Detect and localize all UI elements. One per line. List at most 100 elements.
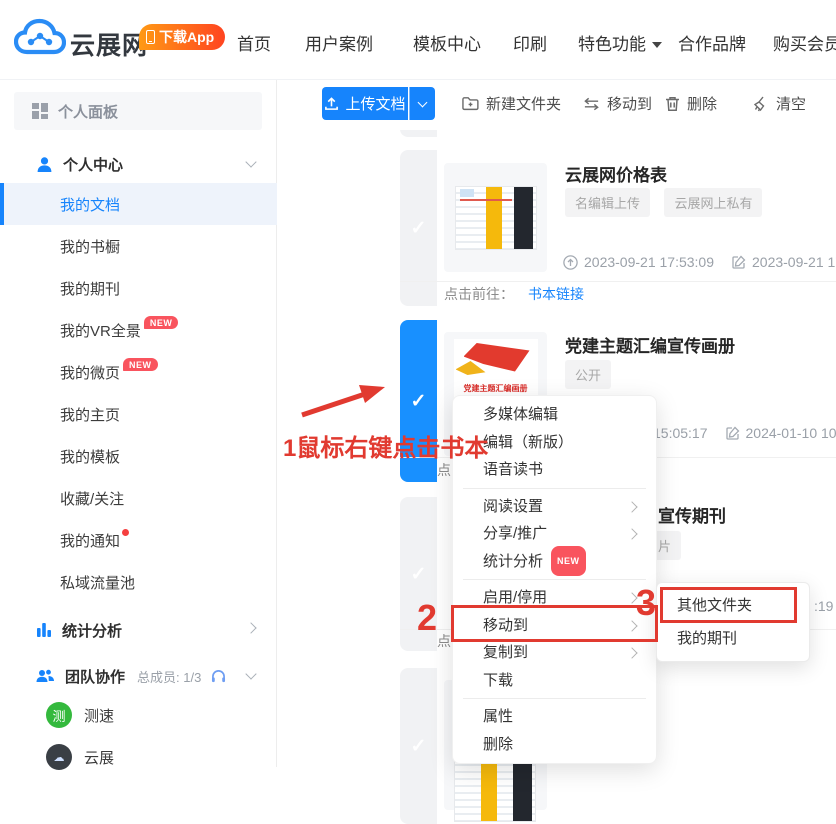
- sidebar-item-label: 我的书橱: [60, 236, 120, 257]
- document-image: [454, 758, 536, 822]
- check-icon: [411, 390, 427, 413]
- sidebar-item-label: 我的期刊: [60, 278, 120, 299]
- document-title-fragment[interactable]: 宣传期刊: [658, 502, 726, 527]
- book-link[interactable]: 书本链接: [528, 284, 584, 304]
- goto-label: 点击前往：: [444, 284, 514, 304]
- goto-label-fragment: 点: [437, 460, 451, 480]
- sidebar-item-label: 我的模板: [60, 446, 120, 467]
- menu-item-label: 分享/推广: [483, 525, 547, 542]
- chevron-down-icon: [245, 156, 256, 167]
- edit-time: 2023-09-21 17:56: [752, 254, 836, 270]
- team-member-yunzhan[interactable]: ☁ 云展: [0, 738, 277, 776]
- document-title[interactable]: 云展网价格表: [565, 161, 667, 186]
- goto-label-fragment: 点: [437, 631, 451, 651]
- card-footer: 点击前往： 书本链接: [400, 281, 836, 306]
- document-title[interactable]: 党建主题汇编宣传画册: [565, 332, 735, 357]
- check-icon: [411, 563, 427, 586]
- sidebar-item-label: 我的VR全景: [60, 320, 141, 341]
- chevron-down-icon: [418, 97, 428, 107]
- menu-item-label: 启用/停用: [483, 589, 547, 606]
- upload-time-fragment: 15:05:17: [653, 425, 708, 441]
- notification-dot: [122, 529, 129, 536]
- check-icon: [411, 217, 427, 240]
- chevron-right-icon: [626, 528, 637, 539]
- sidebar-item-personal-panel[interactable]: 个人面板: [14, 92, 262, 130]
- brand-logo-text[interactable]: 云展网: [70, 26, 148, 62]
- nav-item-features-label: 特色功能: [578, 35, 646, 54]
- edit-time-icon: [732, 255, 746, 269]
- sidebar-item-private-traffic[interactable]: 私域流量池: [0, 561, 277, 603]
- thumb-title: 党建主题汇编画册: [454, 383, 538, 394]
- sidebar-item-favorites[interactable]: 收藏/关注: [0, 477, 277, 519]
- sidebar-item-my-vr[interactable]: 我的VR全景NEW: [0, 309, 277, 351]
- brand-cloud-icon: [14, 18, 66, 60]
- menu-item-properties[interactable]: 属性: [453, 703, 656, 731]
- new-badge: NEW: [551, 546, 586, 577]
- clear-label: 清空: [776, 93, 806, 114]
- move-to-button[interactable]: 移动到: [583, 87, 652, 120]
- upload-time: 2023-09-21 17:53:09: [584, 254, 714, 270]
- nav-item-home[interactable]: 首页: [237, 30, 271, 55]
- menu-item-copy-to[interactable]: 复制到: [453, 639, 656, 667]
- card-checkbox[interactable]: [400, 668, 437, 824]
- nav-item-cases[interactable]: 用户案例: [305, 30, 373, 55]
- document-thumbnail[interactable]: [444, 163, 547, 272]
- menu-item-reading-settings[interactable]: 阅读设置: [453, 493, 656, 521]
- delete-button[interactable]: 删除: [665, 87, 717, 120]
- grid-icon: [32, 103, 48, 119]
- menu-item-multimedia-edit[interactable]: 多媒体编辑: [453, 401, 656, 429]
- folder-plus-icon: [462, 96, 479, 111]
- menu-item-label: 语音读书: [483, 461, 543, 478]
- nav-item-print[interactable]: 印刷: [513, 30, 547, 55]
- top-navigation: 云展网 下载App 首页 用户案例 模板中心 印刷 特色功能 合作品牌 购买会员: [0, 0, 836, 80]
- check-icon: [411, 735, 427, 758]
- date-row: 2023-09-21 17:53:09 2023-09-21 17:56: [563, 254, 836, 270]
- nav-item-membership[interactable]: 购买会员: [773, 30, 836, 55]
- team-icon: [36, 668, 55, 684]
- sidebar-item-my-documents[interactable]: 我的文档: [0, 183, 277, 225]
- sidebar-item-notifications[interactable]: 我的通知: [0, 519, 277, 561]
- personal-center-label: 个人中心: [63, 154, 123, 175]
- upload-dropdown-button[interactable]: [409, 87, 435, 120]
- phone-icon: [146, 30, 155, 44]
- menu-divider: [463, 488, 646, 489]
- sidebar-item-my-micropage[interactable]: 我的微页NEW: [0, 351, 277, 393]
- menu-item-label: 属性: [483, 708, 513, 725]
- team-member-cesu[interactable]: 测 测速: [0, 696, 277, 734]
- clear-broom-icon: [753, 96, 769, 112]
- sidebar-item-label: 我的通知: [60, 530, 120, 551]
- sidebar-section-statistics[interactable]: 统计分析: [0, 612, 277, 648]
- sidebar: 个人面板 个人中心 我的文档 我的书橱 我的期刊 我的VR全景NEW 我的微页N…: [0, 80, 277, 767]
- menu-item-statistics[interactable]: 统计分析NEW: [453, 548, 656, 576]
- submenu-item-my-journals[interactable]: 我的期刊: [657, 622, 809, 655]
- headphones-icon: [211, 669, 226, 683]
- sidebar-item-my-bookshelf[interactable]: 我的书橱: [0, 225, 277, 267]
- edit-time-fragment: :19: [814, 598, 833, 614]
- avatar: ☁: [46, 744, 72, 770]
- nav-item-templates[interactable]: 模板中心: [413, 30, 481, 55]
- annotation-step2-number: 2: [417, 600, 437, 636]
- upload-document-button[interactable]: 上传文档: [322, 87, 408, 120]
- upload-label: 上传文档: [345, 93, 405, 114]
- document-card-pricelist[interactable]: 云展网价格表 名编辑上传 云展网上私有 2023-09-21 17:53:09 …: [400, 150, 836, 306]
- move-to-label: 移动到: [607, 93, 652, 114]
- menu-item-share-promote[interactable]: 分享/推广: [453, 520, 656, 548]
- download-app-badge[interactable]: 下载App: [139, 24, 225, 50]
- sidebar-item-my-journals[interactable]: 我的期刊: [0, 267, 277, 309]
- sidebar-item-my-homepage[interactable]: 我的主页: [0, 393, 277, 435]
- sidebar-section-team[interactable]: 团队协作 总成员: 1/3: [0, 658, 277, 694]
- menu-item-download[interactable]: 下载: [453, 667, 656, 695]
- tag-editor-upload: 名编辑上传: [565, 188, 650, 217]
- clear-button[interactable]: 清空: [753, 87, 806, 120]
- bar-chart-icon: [36, 622, 52, 638]
- sidebar-item-my-templates[interactable]: 我的模板: [0, 435, 277, 477]
- avatar: 测: [46, 702, 72, 728]
- new-folder-label: 新建文件夹: [486, 93, 561, 114]
- sidebar-section-personal-center[interactable]: 个人中心: [0, 146, 277, 182]
- new-folder-button[interactable]: 新建文件夹: [462, 87, 561, 120]
- menu-item-delete[interactable]: 删除: [453, 731, 656, 759]
- nav-item-features[interactable]: 特色功能: [578, 30, 662, 55]
- nav-item-partners[interactable]: 合作品牌: [678, 30, 746, 55]
- menu-item-label: 复制到: [483, 644, 528, 661]
- menu-divider: [463, 579, 646, 580]
